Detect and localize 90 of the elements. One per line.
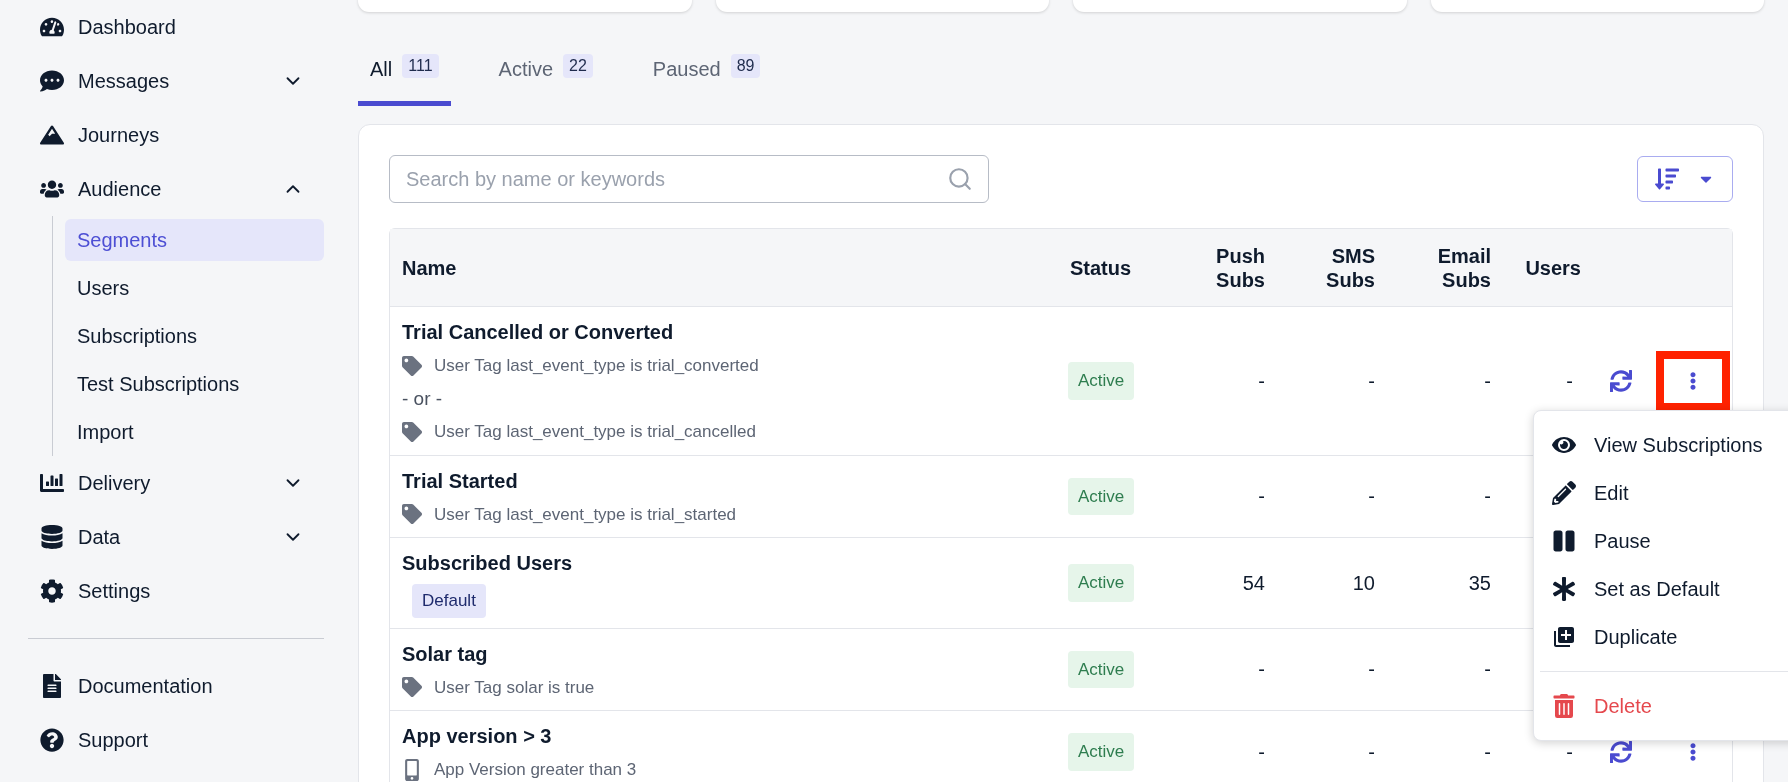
table-cell-text: 10 [1352, 570, 1376, 596]
segment-name: Trial Cancelled or Converted [402, 320, 675, 345]
phone-icon [402, 758, 422, 781]
menu-item[interactable]: View Subscriptions [1534, 421, 1788, 469]
count-badge: 89 [730, 54, 761, 78]
segment-condition: User Tag last_event_type is trial_cancelled [434, 421, 756, 443]
duplicate-icon [1552, 625, 1576, 649]
status-badge: Active [1068, 564, 1135, 602]
table-cell-text: - [1566, 368, 1574, 394]
table-cell-text: - [1484, 739, 1492, 765]
pencil-icon [1552, 481, 1576, 505]
table-cell-text: - [1368, 484, 1376, 510]
document-icon [40, 674, 64, 698]
segment-condition: App Version greater than 3 [434, 759, 637, 781]
database-icon [40, 525, 64, 549]
segment-condition: User Tag last_event_type is trial_started [434, 503, 737, 526]
or-separator: - or - [402, 386, 444, 411]
filter-tab[interactable]: Active 22 [486, 42, 605, 106]
nav-item[interactable]: Dashboard [78, 12, 304, 42]
table-cell-text: - [1484, 484, 1492, 510]
table-cell-text: - [1484, 368, 1492, 394]
column-header: Name [401, 255, 458, 281]
menu-item[interactable]: Edit [1534, 469, 1788, 517]
search-field[interactable]: Search by name or keywords [389, 155, 989, 203]
menu-item[interactable]: Delete [1534, 682, 1788, 730]
count-badge: 22 [563, 54, 593, 78]
nav-item[interactable]: Documentation [78, 671, 304, 701]
mountain-flag-icon [40, 123, 64, 147]
column-header: Status [1069, 255, 1133, 281]
tag-icon [402, 421, 422, 442]
table-cell-text: - [1258, 484, 1266, 510]
table-cell-text: 35 [1468, 570, 1492, 596]
table-cell-text: - [1566, 739, 1574, 765]
asterisk-icon [1552, 577, 1576, 601]
segment-name: App version > 3 [402, 724, 553, 749]
table-cell-text: - [1484, 657, 1492, 683]
column-header: Push Subs [1215, 243, 1265, 292]
nav-subitem[interactable]: Subscriptions [65, 315, 324, 357]
table-cell-text: - [1258, 657, 1266, 683]
table-cell-text: - [1368, 368, 1376, 394]
nav-item[interactable]: Settings [78, 576, 304, 606]
menu-item[interactable]: Set as Default [1534, 565, 1788, 613]
tag-icon [402, 504, 422, 525]
pause-icon [1552, 529, 1576, 553]
search-icon [947, 166, 973, 192]
segment-condition: User Tag solar is true [434, 676, 595, 699]
menu-item[interactable]: Duplicate [1534, 613, 1788, 661]
dashboard-icon [40, 15, 64, 39]
table-cell-text: - [1368, 657, 1376, 683]
nav-item[interactable]: Data [78, 522, 282, 552]
status-badge: Active [1068, 650, 1135, 688]
filter-tab[interactable]: Paused 89 [640, 42, 773, 106]
menu-item[interactable]: Pause [1534, 517, 1788, 565]
nav-item[interactable]: Journeys [78, 120, 304, 150]
nav-item[interactable]: Audience [78, 174, 282, 204]
nav-subitem[interactable]: Import [65, 411, 324, 453]
status-badge: Active [1068, 477, 1135, 515]
nav-subitem[interactable]: Users [65, 267, 324, 309]
refresh-icon[interactable] [1610, 369, 1632, 392]
status-badge: Active [1068, 733, 1135, 771]
segment-condition: User Tag last_event_type is trial_converted [434, 355, 759, 377]
tag-icon [402, 355, 422, 376]
sort-icon [1655, 167, 1679, 191]
column-header: Users [1525, 255, 1581, 281]
filter-tab[interactable]: All 111 [358, 42, 451, 106]
trash-icon [1552, 694, 1576, 718]
nav-item[interactable]: Messages [78, 66, 282, 96]
nav-subitem[interactable]: Segments [65, 219, 324, 261]
segment-name: Subscribed Users [402, 551, 574, 576]
column-header: SMS Subs [1325, 243, 1375, 292]
segment-name: Trial Started [402, 468, 519, 494]
table-cell-text: - [1258, 739, 1266, 765]
table-cell-text: - [1258, 368, 1266, 394]
status-badge: Active [1068, 362, 1135, 400]
count-badge: 111 [402, 54, 439, 78]
column-header: Email Subs [1436, 243, 1491, 292]
settings-icon [40, 579, 64, 603]
nav-item[interactable]: Delivery [78, 468, 282, 498]
chat-bubble-icon [40, 69, 64, 93]
help-icon [40, 728, 64, 752]
nav-item[interactable]: Support [78, 725, 304, 755]
table-cell-text: 54 [1242, 570, 1266, 596]
default-badge: Default [412, 584, 486, 618]
tag-icon [402, 677, 422, 698]
sort-button[interactable] [1637, 156, 1733, 202]
bar-chart-icon [40, 471, 64, 495]
table-cell-text: - [1368, 739, 1376, 765]
nav-subitem[interactable]: Test Subscriptions [65, 363, 324, 405]
refresh-icon[interactable] [1610, 740, 1632, 763]
segment-name: Solar tag [402, 641, 489, 667]
